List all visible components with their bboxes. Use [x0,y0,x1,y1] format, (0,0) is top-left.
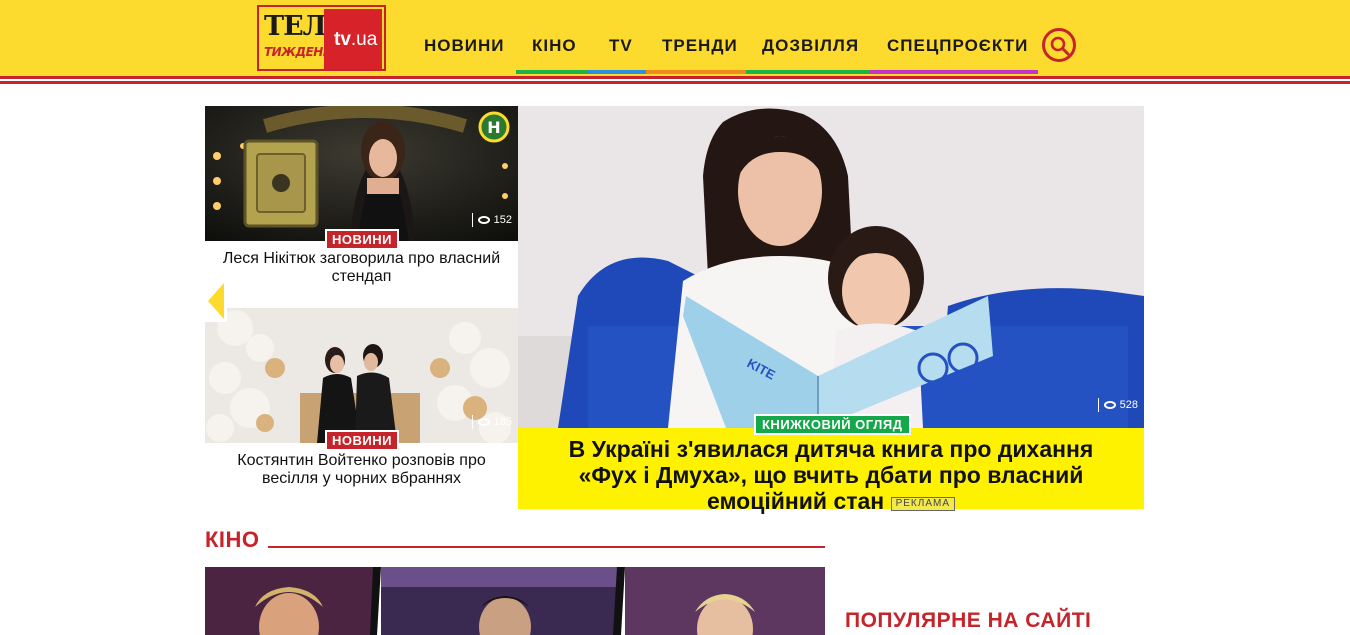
category-badge[interactable]: НОВИНИ [325,229,399,250]
nav-item-news[interactable]: НОВИНИ [424,36,505,56]
kino-articles-strip[interactable] [205,567,825,635]
featured-title-text: В Україні з'явилася дитяча книга про дих… [568,436,1094,514]
channel-logo-text: Н [487,118,500,137]
category-badge[interactable]: НОВИНИ [325,430,399,451]
views-count: 152 [493,214,512,226]
featured-title[interactable]: В Україні з'явилася дитяча книга про дих… [538,436,1124,514]
mother-daughter-reading-photo: KITE [518,106,1144,428]
news-card-title[interactable]: Леся Нікітюк заговорила про власний стен… [215,250,508,286]
header-divider-second [0,81,1350,84]
category-badge-book-review[interactable]: КНИЖКОВИЙ ОГЛЯД [754,414,911,435]
nav-item-leisure[interactable]: ДОЗВІЛЛЯ [762,36,859,56]
nav-item-tv[interactable]: TV [609,36,633,56]
featured-caption: В Україні з'явилася дитяча книга про дих… [518,428,1144,514]
search-button[interactable] [1042,28,1076,62]
eye-icon [477,216,490,224]
nav-underline-kino [516,70,588,74]
news-card-nikitiuk[interactable]: Н 152 НОВИНИ Леся Нікітюк заговорила про… [205,106,518,286]
news-card-image: 185 [205,308,518,443]
site-logo[interactable]: ТЕЛЕ ТИЖДЕНЬ tv.ua [257,5,386,71]
news-card-voitenko[interactable]: 185 НОВИНИ Костянтин Войтенко розповів п… [205,308,518,488]
section-title-popular[interactable]: ПОПУЛЯРНЕ НА САЙТІ [845,609,1091,633]
nav-underline-special-projects [870,70,1038,74]
search-icon [1050,36,1070,56]
views-counter: 528 [1097,398,1138,412]
section-title-kino[interactable]: КІНО [205,527,260,553]
ad-label-badge: РЕКЛАМА [890,497,955,511]
news-card-title[interactable]: Костянтин Войтенко розповів про весілля … [215,452,508,488]
views-counter: 152 [471,213,512,227]
nav-item-kino[interactable]: КІНО [532,36,577,56]
arrow-left-icon [208,283,224,319]
logo-text-tyzhden: ТИЖДЕНЬ [264,45,332,59]
kino-thumbnails [205,567,825,635]
nav-underline-leisure [746,70,870,74]
nav-underline-tv [588,70,646,74]
views-counter: 185 [471,415,512,429]
nav-item-trends[interactable]: ТРЕНДИ [662,36,738,56]
featured-article[interactable]: KITE 528 В Україні з'явилася дитяча книг… [518,106,1144,514]
section-divider [268,546,825,548]
slider-prev-button[interactable] [205,280,227,322]
nav-underline-trends [646,70,746,74]
eye-icon [1103,401,1116,409]
logo-ua-text: .ua [350,29,378,50]
views-count: 185 [493,416,512,428]
eye-icon [477,418,490,426]
header-divider [0,76,1350,79]
featured-image: KITE 528 [518,106,1144,428]
views-count: 528 [1119,399,1138,411]
logo-left-panel: ТЕЛЕ ТИЖДЕНЬ [261,9,346,69]
logo-tv-ua: tv.ua [334,29,377,51]
logo-tv-text: tv [334,29,351,50]
logo-right-panel: tv.ua [324,9,382,69]
nav-item-special-projects[interactable]: СПЕЦПРОЄКТИ [887,36,1028,56]
news-card-image: Н 152 [205,106,518,241]
